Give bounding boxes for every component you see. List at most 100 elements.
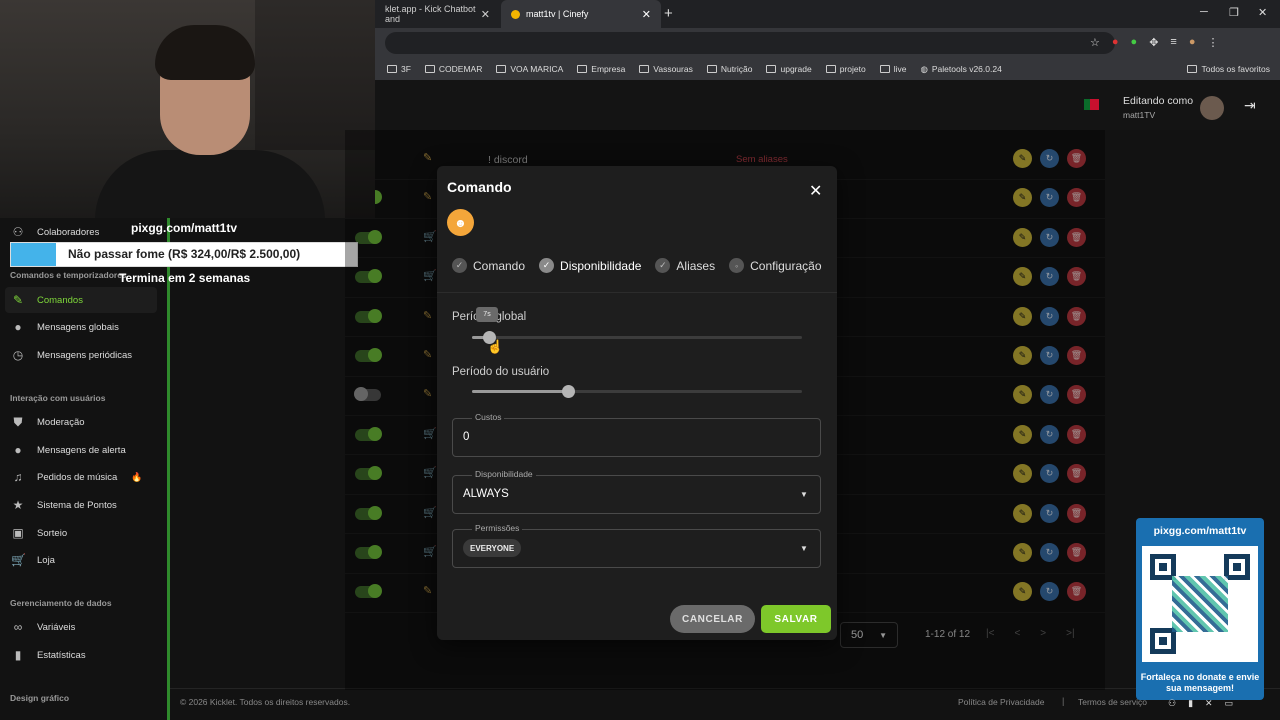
sidebar-item-mensagens-periodicas[interactable]: ◷ Mensagens periódicas <box>5 342 157 368</box>
step-configuracao[interactable]: ◦ Configuração <box>729 258 822 273</box>
step-comando[interactable]: ✓ Comando <box>452 258 525 273</box>
url-field[interactable] <box>385 32 1115 54</box>
bookmark-folder[interactable]: Nutrição <box>706 64 752 74</box>
fire-icon: 🔥 <box>131 471 143 482</box>
folder-icon <box>706 65 717 73</box>
modal-steps: ✓ Comando ✓ Disponibilidade ✓ Aliases ◦ Conf… <box>452 258 822 273</box>
donation-goal-text: Não passar fome (R$ 324,00/R$ 2.500,00) <box>68 247 301 261</box>
sidebar-item-moderacao[interactable]: ⛊ Moderação <box>5 409 157 435</box>
wand-icon: ✎ <box>12 293 24 307</box>
bookmark-link[interactable]: ◍ Paletools v26.0.24 <box>920 64 1001 75</box>
step-aliases[interactable]: ✓ Aliases <box>655 258 715 273</box>
folder-icon <box>424 65 435 73</box>
bookmark-folder[interactable]: Empresa <box>577 64 625 74</box>
sidebar-item-variaveis[interactable]: ∞ Variáveis <box>5 614 157 640</box>
close-tab-icon[interactable]: ✕ <box>481 8 490 21</box>
minimize-icon[interactable]: ─ <box>1200 6 1208 18</box>
profile-icon[interactable]: ● <box>1189 36 1196 49</box>
bookmark-folder[interactable]: 3F <box>387 64 411 74</box>
donation-goal-time: Termina em 2 semanas <box>119 271 251 285</box>
star-icon[interactable]: ☆ <box>1090 36 1100 49</box>
cart-icon: 🛒 <box>11 553 26 567</box>
music-icon: ♫ <box>13 470 23 484</box>
section-data: Gerenciamento de dados <box>10 598 112 608</box>
smile-icon: ☻ <box>454 215 467 230</box>
people-icon[interactable]: ⚇ <box>1168 698 1176 709</box>
favicon-icon <box>511 9 520 19</box>
bookmark-folder[interactable]: VOA MARICA <box>496 64 563 74</box>
extension-icon[interactable]: ● <box>1112 36 1119 49</box>
new-tab-icon[interactable]: + <box>664 5 673 22</box>
user-period-fill <box>472 390 568 393</box>
sidebar-item-musica[interactable]: ♫ Pedidos de música 🔥 <box>5 464 157 490</box>
costs-field[interactable] <box>452 418 821 457</box>
emoji-picker-button[interactable]: ☻ <box>447 209 474 236</box>
global-period-track[interactable] <box>472 336 802 339</box>
chat-icon: ● <box>14 320 22 334</box>
webcam-person-hair <box>155 25 255 80</box>
x-icon[interactable]: ✕ <box>1205 698 1213 709</box>
caret-down-icon: ▼ <box>800 544 808 553</box>
sidebar-item-comandos[interactable]: ✎ Comandos <box>5 287 157 313</box>
sidebar-item-loja[interactable]: 🛒 Loja <box>5 547 157 573</box>
language-flag-icon[interactable] <box>1084 99 1099 110</box>
browser-tab[interactable]: klet.app - Kick Chatbot and ✕ <box>375 0 500 28</box>
folder-icon <box>639 65 650 73</box>
folder-icon <box>496 65 507 73</box>
check-icon: ✓ <box>452 258 467 273</box>
kick-icon[interactable]: ▮ <box>1188 698 1193 709</box>
browser-tab-active[interactable]: matt1tv | Cinefy ✕ <box>501 0 661 28</box>
clock-icon: ◷ <box>12 348 24 362</box>
media-icon[interactable]: ≡ <box>1170 36 1176 49</box>
star-icon: ★ <box>12 498 24 512</box>
bookmark-folder[interactable]: upgrade <box>766 64 812 74</box>
bookmark-folder[interactable]: live <box>879 64 906 74</box>
avatar[interactable] <box>1200 96 1224 120</box>
menu-icon[interactable]: ⋮ <box>1207 36 1218 49</box>
globe-icon: ◍ <box>920 63 928 74</box>
sidebar-item-mensagens-globais[interactable]: ● Mensagens globais <box>5 314 157 340</box>
puzzle-icon[interactable]: ✥ <box>1149 36 1158 49</box>
privacy-link[interactable]: Política de Privacidade <box>958 697 1044 707</box>
all-bookmarks[interactable]: Todos os favoritos <box>1187 64 1280 74</box>
cancel-button[interactable]: CANCELAR <box>670 605 755 633</box>
divider <box>437 292 837 293</box>
mouse-cursor-icon: ☝ <box>487 339 504 354</box>
editing-user-name: matt1TV <box>1123 110 1156 120</box>
extension-toolbar: ☆ ● ● ✥ ≡ ● ⋮ <box>1090 36 1218 49</box>
user-period-slider-thumb[interactable] <box>561 385 575 398</box>
sidebar-item-alertas[interactable]: ● Mensagens de alerta <box>5 437 157 463</box>
gift-icon: ▣ <box>12 526 24 540</box>
restore-icon[interactable]: ❐ <box>1229 6 1239 19</box>
donation-url: pixgg.com/matt1tv <box>131 221 238 235</box>
folder-icon <box>1187 65 1198 73</box>
logout-icon[interactable]: ⇥ <box>1244 97 1256 114</box>
bookmark-folder[interactable]: Vassouras <box>639 64 693 74</box>
sidebar-item-sorteio[interactable]: ▣ Sorteio <box>5 520 157 546</box>
editing-as-label: Editando como <box>1123 95 1194 107</box>
people-icon: ⚇ <box>12 225 24 239</box>
qr-title: pixgg.com/matt1tv <box>1153 525 1247 537</box>
bookmark-folder[interactable]: projeto <box>825 64 866 74</box>
circle-icon: ◦ <box>729 258 745 273</box>
extension-icon[interactable]: ● <box>1131 36 1138 49</box>
folder-icon <box>825 65 836 73</box>
qr-pattern <box>1172 576 1228 632</box>
close-icon[interactable]: ✕ <box>809 181 822 201</box>
section-commands: Comandos e temporizadores <box>10 270 127 280</box>
permission-chip[interactable]: EVERYONE <box>463 539 522 557</box>
step-disponibilidade[interactable]: ✓ Disponibilidade <box>539 258 641 273</box>
close-window-icon[interactable]: ✕ <box>1258 6 1267 19</box>
costs-value: 0 <box>463 431 470 443</box>
sidebar-item-pontos[interactable]: ★ Sistema de Pontos <box>5 492 157 518</box>
availability-label: Disponibilidade <box>472 469 536 479</box>
modal-title: Comando <box>447 179 512 195</box>
costs-label: Custos <box>472 412 505 422</box>
monitor-icon[interactable]: ▭ <box>1225 698 1234 709</box>
system-tray: ⚇ ▮ ✕ ▭ <box>1168 698 1233 709</box>
sidebar-item-estatisticas[interactable]: ▮ Estatísticas <box>5 642 157 668</box>
close-tab-icon[interactable]: ✕ <box>642 8 651 21</box>
check-icon: ✓ <box>539 258 555 273</box>
bookmark-folder[interactable]: CODEMAR <box>424 64 482 74</box>
save-button[interactable]: SALVAR <box>761 605 831 633</box>
